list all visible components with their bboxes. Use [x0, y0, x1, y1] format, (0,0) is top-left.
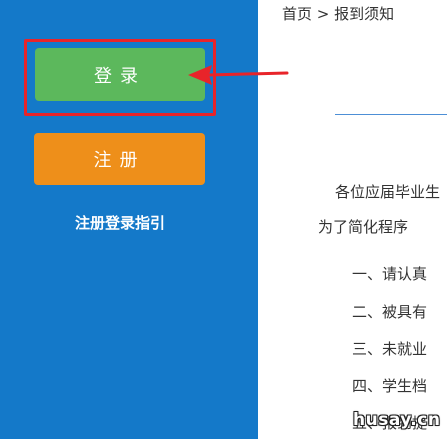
- content-line: 为了简化程序: [318, 218, 409, 236]
- content-line: 一、请认真: [352, 265, 428, 283]
- content-line: 各位应届毕业生: [335, 183, 441, 201]
- watermark: husay.cn: [353, 410, 441, 430]
- register-login-guide-link[interactable]: 注册登录指引: [34, 212, 206, 233]
- content-line: 四、学生档: [352, 377, 428, 395]
- breadcrumb: 首页 > 报到须知: [282, 5, 395, 23]
- title-divider: [335, 114, 447, 115]
- annotation-arrow-icon: [188, 65, 289, 85]
- content-line: 三、未就业: [352, 340, 428, 358]
- content-line: 二、被具有: [352, 303, 428, 321]
- register-button[interactable]: 注册: [34, 133, 205, 185]
